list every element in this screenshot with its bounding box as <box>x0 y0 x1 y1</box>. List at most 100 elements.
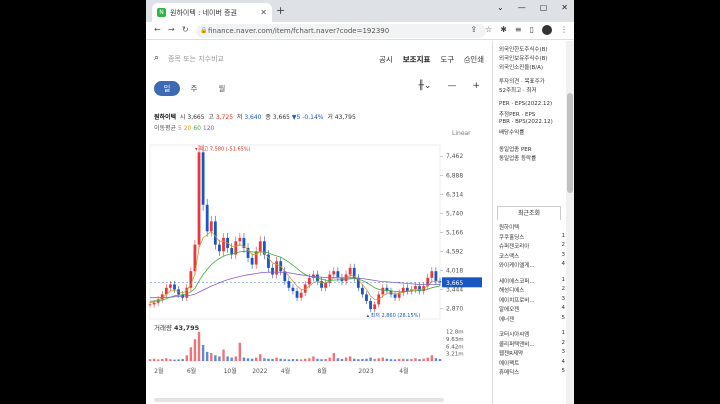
candle-body <box>332 271 336 275</box>
volume-bar <box>422 358 425 361</box>
maximize-icon[interactable]: ▢ <box>540 3 548 12</box>
recent-item[interactable]: 해성디에스 2 <box>499 286 565 296</box>
volume-bar <box>218 356 221 361</box>
high-price: 3,725 <box>215 114 234 121</box>
side-info-item[interactable]: 투자의견 · 목표주가 <box>499 77 545 86</box>
volume-tick-label: 3.21m <box>446 352 464 358</box>
recent-item[interactable]: 휴메딕스 5 <box>499 368 565 378</box>
recent-item[interactable]: 에너젠 5 <box>499 315 565 325</box>
recent-item[interactable]: 웹젠R제약 3 <box>499 349 565 359</box>
side-scrollbar[interactable] <box>566 41 574 404</box>
volume-bar <box>226 356 229 361</box>
price-tick-label: 5,166 <box>446 229 463 236</box>
candle-body <box>152 302 156 305</box>
period-weekly-button[interactable]: 주 <box>188 81 200 96</box>
recent-item-rank: 3 <box>561 349 566 355</box>
volume-tick-label: 6.42m <box>446 344 464 350</box>
recent-item[interactable]: 에이팩트 4 <box>499 359 565 369</box>
scale-mode-toggle[interactable]: Linear <box>452 130 471 137</box>
side-info-item[interactable]: PBR · BPS(2022.12) <box>499 119 553 128</box>
menu-kebab-icon[interactable]: ⋮ <box>560 25 568 35</box>
recent-item-rank: 5 <box>561 368 566 374</box>
close-price: 3,665 <box>272 114 290 121</box>
zoom-in-icon[interactable]: + <box>472 81 480 91</box>
chart-tools: ╫⌄ — + <box>418 81 480 91</box>
profile-avatar-icon[interactable] <box>542 25 552 35</box>
recent-item[interactable]: 원하이텍 <box>499 223 565 233</box>
quote-line: 원하이텍 시 3,665 고 3,725 저 3,640 종 3,665 ▼5 … <box>154 114 356 121</box>
reading-list-icon[interactable]: ≡ <box>515 25 522 35</box>
low-price: 3,640 <box>244 114 262 121</box>
volume-bar <box>214 355 217 361</box>
bookmark-star-icon[interactable]: ☆ <box>485 25 492 35</box>
new-tab-icon[interactable]: + <box>276 4 285 17</box>
period-daily-button[interactable]: 일 <box>154 81 180 96</box>
chart-scrollbar[interactable] <box>154 398 444 402</box>
minimize-icon[interactable]: — <box>518 3 526 12</box>
volume-bar <box>381 357 385 361</box>
reload-icon[interactable]: ↻ <box>182 25 189 34</box>
side-info-item[interactable]: 외국인소진율(B/A) <box>499 63 543 72</box>
recent-item[interactable]: 알에오젠 4 <box>499 305 565 315</box>
search-icon[interactable]: ⌕ <box>154 53 159 63</box>
candlestick-icon[interactable]: ╫⌄ <box>418 81 431 91</box>
volume-bar <box>254 357 258 361</box>
extensions-icon[interactable]: ✱ <box>500 25 507 35</box>
scroll-thumb[interactable] <box>567 93 573 193</box>
volume-bar <box>152 358 156 361</box>
recent-item[interactable]: 쿠쿠홀딩스 1 <box>499 233 565 243</box>
recent-item-name: 알에오젠 <box>499 307 520 313</box>
recent-item-rank: 4 <box>561 358 566 365</box>
side-info-item[interactable]: 외국인보유주식수(B) <box>499 54 548 63</box>
side-info-item[interactable]: 동일업종 등락률 <box>499 154 536 163</box>
share-icon[interactable]: ⇪ <box>470 25 477 35</box>
chevron-down-icon[interactable]: ⌄ <box>497 3 504 12</box>
side-info-item[interactable]: 외국인한도주식수(B) <box>499 45 548 54</box>
side-info-item[interactable]: PER · EPS(2022.12) <box>499 101 552 110</box>
menu-disclosure[interactable]: 공시 <box>379 54 393 65</box>
menu-print[interactable]: ⎙인쇄 <box>464 54 484 65</box>
recent-item-rank: 5 <box>561 314 566 321</box>
recent-item[interactable]: 슈퍼젠코리아 2 <box>499 242 565 252</box>
recent-item[interactable]: 콜리퍼텍앤비... 2 <box>499 340 565 350</box>
volume-bar <box>414 358 417 361</box>
volume-bar <box>177 359 180 361</box>
side-info-item[interactable]: 52주최고 · 최저 <box>499 86 537 95</box>
back-icon[interactable]: ← <box>154 25 161 34</box>
volume-bar <box>287 359 291 361</box>
zoom-out-icon[interactable]: — <box>447 81 456 91</box>
period-monthly-button[interactable]: 월 <box>216 81 228 96</box>
browser-tab[interactable]: N 원하이텍 : 네이버 증권 ✕ <box>152 3 272 22</box>
candle-body <box>238 237 242 242</box>
recent-item-name: 웹젠R제약 <box>499 351 524 357</box>
price-tick-label: 5,740 <box>446 210 463 217</box>
volume-bar <box>393 359 397 361</box>
menu-tools[interactable]: 도구 <box>440 54 454 65</box>
recent-item[interactable]: 코스맥스 3 <box>499 252 565 262</box>
close-window-icon[interactable]: ✕ <box>561 3 568 12</box>
min-price-annotation: ▴ 최저 2,860 (28.15%) <box>367 312 421 319</box>
recent-item[interactable]: 코터시아씨엠 1 <box>499 330 565 340</box>
volume-bar <box>332 353 336 361</box>
recent-item[interactable]: 세이에스코퍼... 1 <box>499 277 565 287</box>
candle-body <box>222 237 225 252</box>
recent-item[interactable]: 에이치프로비... 3 <box>499 296 565 306</box>
recent-item-rank: 2 <box>561 286 566 292</box>
volume-bar <box>201 345 205 361</box>
recent-tab[interactable]: 최근조회 <box>497 206 561 220</box>
close-tab-icon[interactable]: ✕ <box>260 8 267 17</box>
volume-bar <box>426 357 429 361</box>
side-info-item[interactable]: 배당수익률 <box>499 128 524 137</box>
price-chart[interactable]: 7,462 6,888 6,314 5,740 5,166 4,592 4,018 3,444… <box>146 141 492 397</box>
side-panel-icon[interactable]: ▯ <box>530 25 534 35</box>
price-tick-label: 2,870 <box>446 306 463 313</box>
toolbar-icons: ⇪ ☆ ✱ ≡ ▯ ⋮ <box>470 25 568 35</box>
menu-indicators[interactable]: 보조지표 <box>403 54 431 65</box>
side-info-item[interactable]: 추정PER · EPS <box>499 110 535 119</box>
address-bar[interactable]: 🔒 finance.naver.com/item/fchart.naver?co… <box>196 24 486 38</box>
volume-bar <box>316 358 319 361</box>
search-input[interactable]: 종목 또는 지수비교 <box>168 54 224 64</box>
forward-icon[interactable]: → <box>168 25 175 34</box>
side-info-item[interactable]: 동일업종 PER <box>499 145 532 154</box>
recent-item[interactable]: 와이케이엘게... 4 <box>499 261 565 271</box>
